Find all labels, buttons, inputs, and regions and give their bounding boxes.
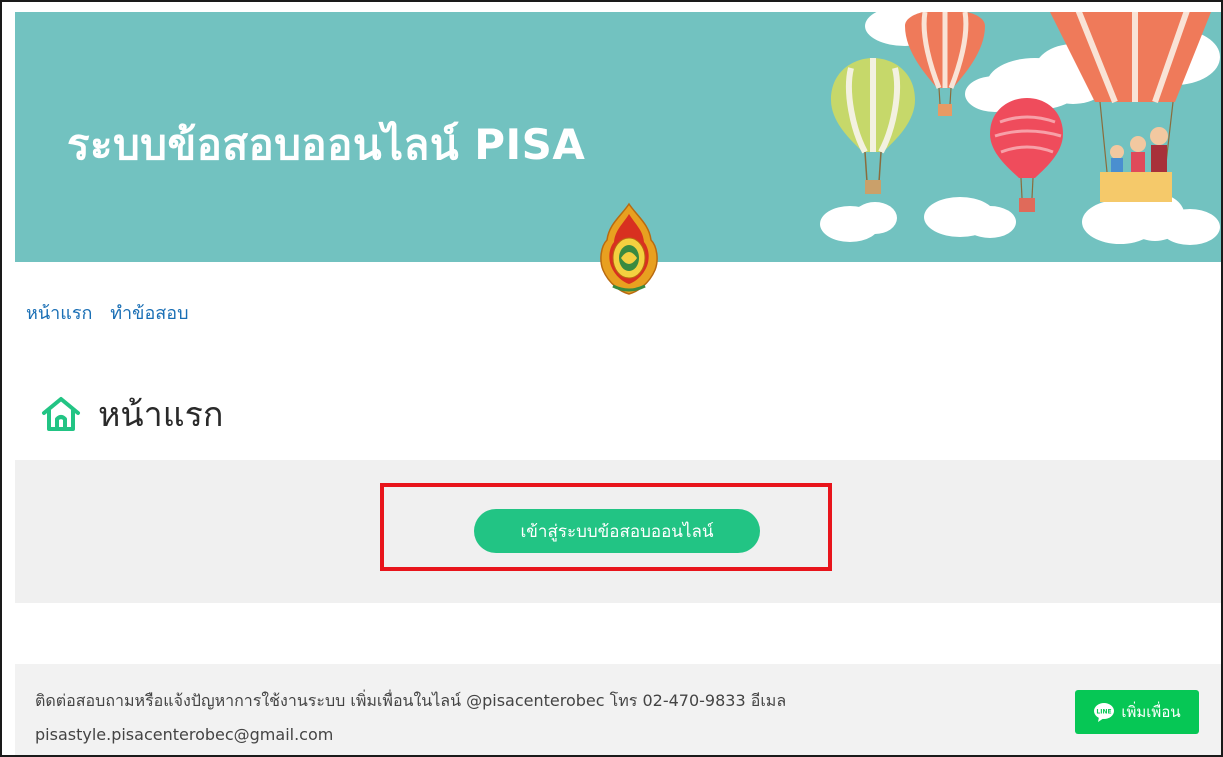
svg-text:LINE: LINE [1097,709,1112,716]
enter-online-exam-button[interactable]: เข้าสู่ระบบข้อสอบออนไลน์ [474,509,760,553]
hot-air-balloon-icon [1050,12,1211,202]
site-title: ระบบข้อสอบออนไลน์ PISA [67,120,586,169]
footer-contact-line: ติดต่อสอบถามหรือแจ้งปัญหาการใช้งานระบบ เ… [35,691,787,710]
nav-item-home[interactable]: หน้าแรก [26,303,92,324]
browser-frame: ระบบข้อสอบออนไลน์ PISA หน้าแรก ทำข้อสอบ … [0,0,1223,757]
hot-air-balloon-icon [990,98,1063,212]
top-navigation: หน้าแรก ทำข้อสอบ [26,298,201,327]
home-icon [42,397,80,431]
emblem-icon [600,202,658,295]
balloons-illustration [820,12,1220,245]
footer-email[interactable]: pisastyle.pisacenterobec@gmail.com [35,718,975,752]
page-title: หน้าแรก [98,395,224,435]
nav-item-take-exam[interactable]: ทำข้อสอบ [110,303,188,324]
page-heading: หน้าแรก [40,387,224,441]
footer-contact-text: ติดต่อสอบถามหรือแจ้งปัญหาการใช้งานระบบ เ… [35,684,975,752]
line-add-friend-label: เพิ่มเพื่อน [1121,703,1181,721]
line-logo-icon: LINE [1094,703,1115,722]
footer: ติดต่อสอบถามหรือแจ้งปัญหาการใช้งานระบบ เ… [15,664,1221,755]
line-add-friend-button[interactable]: LINE เพิ่มเพื่อน [1075,690,1199,734]
hot-air-balloon-icon [831,58,915,194]
